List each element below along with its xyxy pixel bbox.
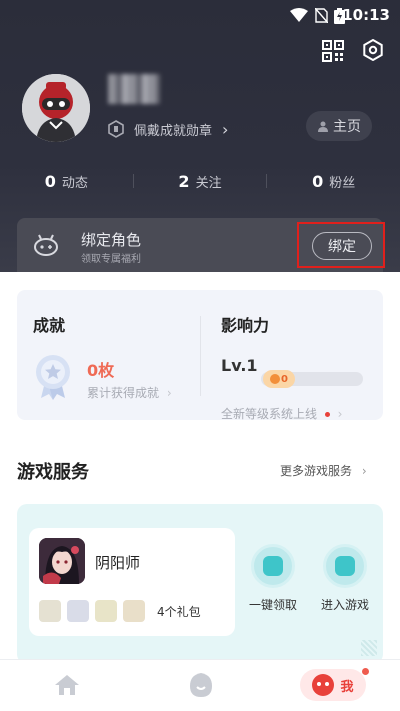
claim-all-label: 一键领取 — [248, 598, 297, 612]
wifi-icon — [290, 8, 308, 22]
stat-posts-count: 0 — [44, 171, 56, 191]
gift-item-icon — [123, 600, 145, 622]
stats-row: 0 动态 2 关注 0 粉丝 — [0, 168, 400, 194]
achievement-title: 成就 — [33, 316, 66, 335]
chevron-right-icon: › — [222, 119, 229, 139]
user-icon — [318, 121, 328, 132]
gift-item-icon — [67, 600, 89, 622]
username-blurred — [108, 74, 160, 104]
badge-icon — [108, 120, 124, 138]
stat-posts[interactable]: 0 动态 — [0, 172, 133, 191]
settings-icon[interactable] — [362, 39, 384, 61]
claim-all-action[interactable]: 一键领取 — [243, 544, 303, 613]
stat-following-count: 2 — [178, 171, 190, 191]
profile-header: 10:13 佩戴成就勋章 › 主页 0 动态 2 关注 0 粉丝 绑定角色 领取… — [0, 0, 400, 272]
influence-progress-value: 0 — [281, 373, 288, 385]
enter-game-label: 进入游戏 — [320, 598, 369, 612]
home-icon[interactable] — [54, 674, 80, 696]
bind-role-subtitle: 领取专属福利 — [81, 254, 141, 265]
stat-following-label: 关注 — [195, 175, 222, 191]
qr-code-icon[interactable] — [322, 40, 344, 62]
wear-badge-label: 佩戴成就勋章 — [134, 123, 213, 139]
game-service-panel: 阴阳师 4个礼包 一键领取 进入游戏 — [17, 504, 383, 664]
chevron-right-icon: › — [166, 386, 172, 400]
bottom-nav: 我 — [0, 659, 400, 711]
me-face-icon — [312, 674, 335, 696]
bind-button-highlight: 绑定 — [297, 222, 385, 268]
achievement-subtitle-link[interactable]: 累计获得成就 › — [87, 384, 172, 401]
stat-posts-label: 动态 — [61, 175, 88, 191]
status-time: 10:13 — [342, 6, 390, 24]
bind-role-card: 绑定角色 领取专属福利 绑定 — [17, 218, 385, 272]
influence-progress-bubble: 0 — [263, 370, 295, 388]
game-card[interactable]: 阴阳师 4个礼包 — [29, 528, 235, 636]
new-dot — [324, 412, 330, 417]
status-bar: 10:13 — [0, 0, 400, 30]
influence-level: Lv.1 — [221, 356, 258, 375]
bind-role-title: 绑定角色 — [81, 231, 142, 249]
main-content: 成就 影响力 0枚 累计获得成就 › Lv.1 0 全新等级系统上线 › 游戏服… — [0, 272, 400, 664]
more-game-services-link[interactable]: 更多游戏服务 › — [280, 462, 367, 479]
gift-item-icon — [39, 600, 61, 622]
gift-box-icon — [251, 544, 295, 588]
home-page-button[interactable]: 主页 — [306, 111, 372, 141]
achievement-subtitle: 累计获得成就 — [87, 386, 160, 400]
influence-subtitle-link[interactable]: 全新等级系统上线 › — [221, 405, 342, 422]
stat-followers-label: 粉丝 — [329, 175, 356, 191]
achievement-influence-card: 成就 影响力 0枚 累计获得成就 › Lv.1 0 全新等级系统上线 › — [17, 290, 383, 422]
no-sim-icon — [315, 8, 328, 23]
stat-followers[interactable]: 0 粉丝 — [267, 172, 400, 191]
game-services-title: 游戏服务 — [17, 462, 89, 483]
home-page-label: 主页 — [333, 119, 361, 135]
gamepad-robot-icon — [34, 234, 58, 256]
game-icon — [39, 538, 85, 584]
notification-dot — [362, 668, 369, 675]
lightning-icon — [270, 374, 281, 384]
avatar[interactable] — [22, 74, 90, 142]
avatar-ninja-icon — [22, 74, 90, 142]
nav-me-tab[interactable]: 我 — [300, 669, 366, 701]
more-game-services-label: 更多游戏服务 — [280, 464, 353, 478]
gamepad-icon — [323, 544, 367, 588]
chevron-right-icon: › — [337, 407, 343, 421]
influence-title: 影响力 — [221, 316, 270, 335]
medal-icon[interactable] — [33, 352, 73, 400]
achievement-count[interactable]: 0枚 — [87, 357, 114, 381]
wear-badge-link[interactable]: 佩戴成就勋章 › — [108, 118, 228, 140]
stat-following[interactable]: 2 关注 — [134, 172, 267, 191]
chevron-right-icon: › — [361, 464, 367, 478]
bind-button[interactable]: 绑定 — [312, 232, 372, 260]
gift-count-label: 4个礼包 — [157, 604, 201, 619]
enter-game-action[interactable]: 进入游戏 — [315, 544, 375, 613]
gift-item-icon — [95, 600, 117, 622]
nav-me-label: 我 — [340, 679, 354, 695]
stat-followers-count: 0 — [312, 171, 324, 191]
gift-packs: 4个礼包 — [39, 600, 201, 622]
influence-subtitle: 全新等级系统上线 — [221, 407, 318, 421]
game-name: 阴阳师 — [95, 554, 141, 572]
discover-icon[interactable] — [189, 672, 213, 698]
card-divider — [200, 316, 201, 396]
decorative-pattern — [361, 640, 377, 656]
